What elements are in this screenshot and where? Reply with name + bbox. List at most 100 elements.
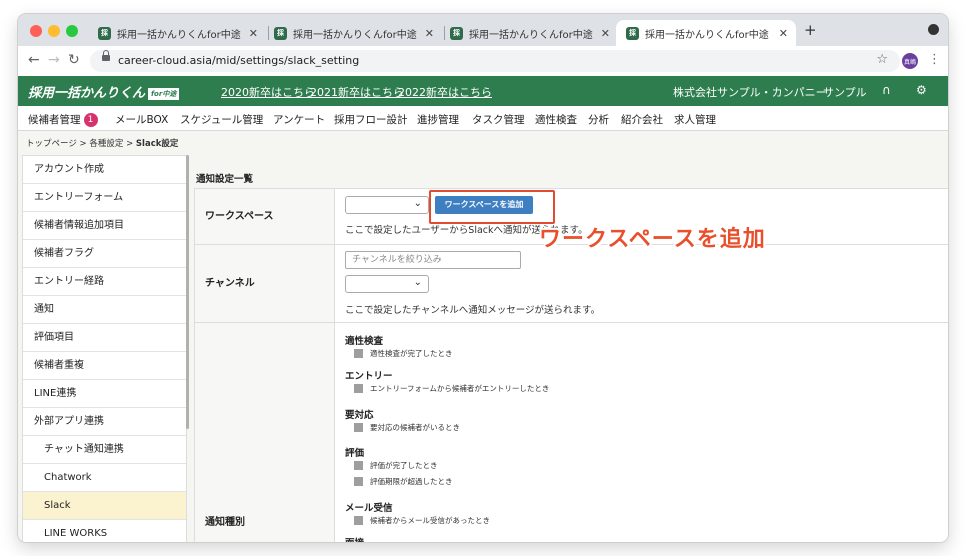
browser-window: 採 採用一括かんりくんfor中途 ✕ 採 採用一括かんりくんfor中途 ✕ 採 … (18, 14, 948, 542)
channel-select[interactable]: ⌄ (345, 275, 429, 293)
nav-flow-design[interactable]: 採用フロー設計 (334, 112, 408, 127)
nav-jobs[interactable]: 求人管理 (674, 112, 716, 127)
workspace-select[interactable]: ⌄ (345, 196, 429, 214)
nav-survey[interactable]: アンケート (273, 112, 325, 127)
browser-toolbar: ← → ↻ career-cloud.asia/mid/settings/sla… (18, 46, 948, 77)
reload-icon[interactable]: ↻ (68, 52, 80, 68)
nav-candidates[interactable]: 候補者管理 1 (28, 112, 98, 127)
forward-icon[interactable]: → (48, 52, 60, 68)
link-2021[interactable]: 2021新卒はこちら (310, 84, 404, 100)
group-title-aptitude: 適性検査 (345, 336, 384, 347)
browser-tab[interactable]: 採 採用一括かんりくんfor中途 ✕ (274, 20, 442, 46)
minimize-window-button[interactable] (48, 25, 60, 37)
sidebar-item-external-apps[interactable]: 外部アプリ連携 (23, 408, 186, 436)
channel-hint: ここで設定したチャンネルへ通知メッセージが送られます。 (345, 305, 601, 316)
sidebar-item-candidate-fields[interactable]: 候補者情報追加項目 (23, 212, 186, 240)
tab-title: 採用一括かんりくんfor中途 (645, 29, 769, 41)
sidebar-item-candidate-flags[interactable]: 候補者フラグ (23, 240, 186, 268)
sidebar-scrollbar[interactable] (186, 155, 189, 429)
breadcrumb-separator: > (79, 139, 87, 149)
close-tab-icon[interactable]: ✕ (425, 27, 434, 40)
group-title-mail: メール受信 (345, 503, 393, 514)
sidebar-item-slack[interactable]: Slack (23, 492, 186, 520)
checkbox-mail-received[interactable] (354, 516, 363, 525)
tab-search-icon[interactable] (928, 24, 939, 35)
main-nav: 候補者管理 1 メールBOX スケジュール管理 アンケート 採用フロー設計 進捗管… (18, 106, 948, 131)
sidebar-item-account[interactable]: アカウント作成 (23, 156, 186, 184)
close-window-button[interactable] (30, 25, 42, 37)
group-title-entry: エントリー (345, 371, 393, 382)
option-label: 評価期限が超過したとき (370, 477, 453, 486)
link-2022[interactable]: 2022新卒はこちら (398, 84, 492, 100)
sidebar-item-notification[interactable]: 通知 (23, 296, 186, 324)
sidebar-item-chat-notify[interactable]: チャット通知連携 (23, 436, 186, 464)
nav-mailbox[interactable]: メールBOX (115, 112, 168, 127)
browser-tab-active[interactable]: 採 採用一括かんりくんfor中途 ✕ (616, 20, 796, 46)
sidebar-item-entry-form[interactable]: エントリーフォーム (23, 184, 186, 212)
link-2020[interactable]: 2020新卒はこちら (221, 84, 315, 100)
callout-annotation-text: ワークスペースを追加 (539, 227, 766, 252)
logo-badge: for中途 (148, 87, 180, 100)
browser-tab[interactable]: 採 採用一括かんりくんfor中途 ✕ (450, 20, 618, 46)
option-label: エントリーフォームから候補者がエントリーしたとき (370, 384, 550, 393)
checkbox-entry-form[interactable] (354, 384, 363, 393)
nav-label: 候補者管理 (28, 114, 81, 126)
url-text: career-cloud.asia/mid/settings/slack_set… (118, 54, 360, 67)
breadcrumb-top[interactable]: トップページ (26, 139, 77, 149)
lock-icon (102, 50, 110, 61)
nav-tasks[interactable]: タスク管理 (472, 112, 525, 127)
sidebar-item-entry-route[interactable]: エントリー経路 (23, 268, 186, 296)
content-area: トップページ > 各種設定 > Slack設定 アカウント作成 エントリーフォー… (18, 131, 948, 542)
tab-title: 採用一括かんりくんfor中途 (117, 29, 241, 41)
checkbox-action-required[interactable] (354, 423, 363, 432)
sidebar-item-chatwork[interactable]: Chatwork (23, 464, 186, 492)
address-bar[interactable]: career-cloud.asia/mid/settings/slack_set… (90, 50, 900, 72)
sidebar-item-line-works[interactable]: LINE WORKS (23, 520, 186, 542)
help-icon[interactable]: ∩ (882, 83, 891, 97)
option-label: 候補者からメール受信があったとき (370, 516, 490, 525)
breadcrumb: トップページ > 各種設定 > Slack設定 (26, 137, 178, 149)
group-title-interview: 面接 (345, 535, 364, 542)
maximize-window-button[interactable] (66, 25, 78, 37)
checkbox-evaluation-complete[interactable] (354, 461, 363, 470)
nav-agencies[interactable]: 紹介会社 (621, 112, 663, 127)
favicon-icon: 採 (626, 26, 639, 40)
app-header: 採用一括かんりくん for中途 2020新卒はこちら 2021新卒はこちら 202… (18, 76, 948, 106)
browser-tab[interactable]: 採 採用一括かんりくんfor中途 ✕ (98, 20, 266, 46)
browser-menu-icon[interactable]: ⋮ (928, 52, 941, 67)
chevron-down-icon: ⌄ (413, 277, 422, 288)
sidebar-item-evaluation[interactable]: 評価項目 (23, 324, 186, 352)
channel-filter-input[interactable]: チャンネルを絞り込み (345, 251, 521, 269)
close-tab-icon[interactable]: ✕ (601, 27, 610, 40)
checkbox-evaluation-overdue[interactable] (354, 477, 363, 486)
callout-highlight-box (429, 190, 555, 224)
back-icon[interactable]: ← (28, 52, 40, 68)
bookmark-star-icon[interactable]: ☆ (876, 52, 888, 67)
gear-icon[interactable]: ⚙ (916, 83, 927, 97)
nav-analysis[interactable]: 分析 (588, 112, 609, 127)
tab-title: 採用一括かんりくんfor中途 (469, 29, 593, 41)
chevron-down-icon: ⌄ (413, 198, 422, 209)
sidebar-item-duplicates[interactable]: 候補者重複 (23, 352, 186, 380)
close-tab-icon[interactable]: ✕ (249, 27, 258, 40)
app-logo[interactable]: 採用一括かんりくん for中途 (28, 82, 180, 101)
checkbox-aptitude-complete[interactable] (354, 349, 363, 358)
section-title: 通知設定一覧 (196, 174, 254, 185)
sidebar-item-line[interactable]: LINE連携 (23, 380, 186, 408)
close-tab-icon[interactable]: ✕ (779, 27, 788, 40)
nav-progress[interactable]: 進捗管理 (417, 112, 459, 127)
logo-text: 採用一括かんりくん (28, 86, 146, 101)
profile-avatar[interactable]: 真嶋 (902, 53, 918, 69)
breadcrumb-separator: > (126, 139, 134, 149)
settings-sidebar: アカウント作成 エントリーフォーム 候補者情報追加項目 候補者フラグ エントリー… (22, 155, 187, 542)
new-tab-button[interactable]: + (804, 21, 817, 39)
tab-strip: 採 採用一括かんりくんfor中途 ✕ 採 採用一括かんりくんfor中途 ✕ 採 … (18, 14, 948, 46)
favicon-icon: 採 (98, 26, 111, 40)
nav-schedule[interactable]: スケジュール管理 (180, 112, 263, 127)
user-name[interactable]: サンプル (823, 84, 867, 100)
breadcrumb-settings[interactable]: 各種設定 (89, 139, 123, 149)
nav-aptitude[interactable]: 適性検査 (535, 112, 577, 127)
channel-cell: チャンネルを絞り込み ⌄ ここで設定したチャンネルへ通知メッセージが送られます。 (335, 245, 948, 323)
option-label: 評価が完了したとき (370, 461, 438, 470)
favicon-icon: 採 (274, 26, 287, 40)
